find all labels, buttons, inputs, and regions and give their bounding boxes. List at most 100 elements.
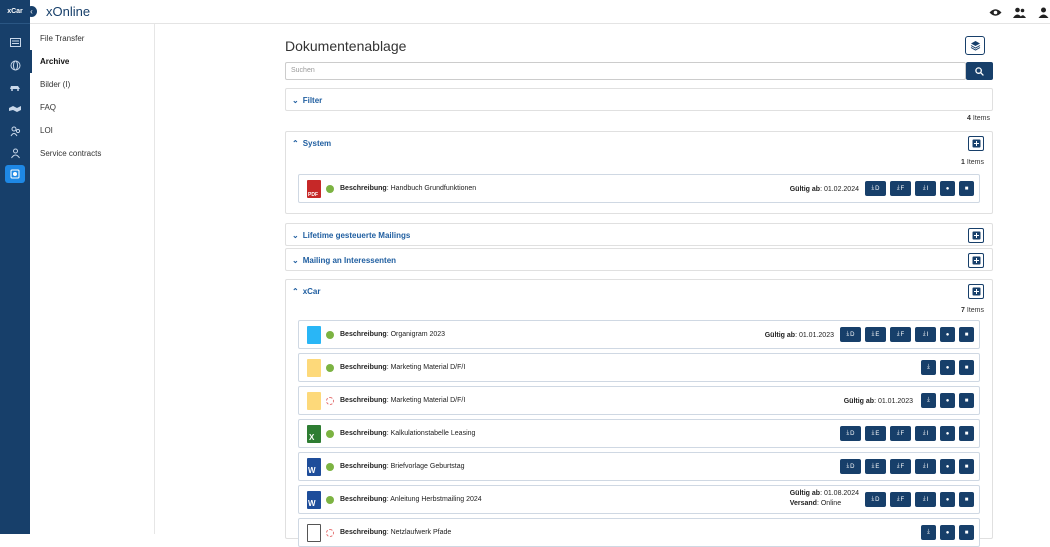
delete-button[interactable]: ■: [959, 360, 974, 375]
download-i-button[interactable]: ⤓I: [915, 181, 936, 196]
top-bar: ‹ xOnline: [30, 0, 1050, 24]
download-f-button[interactable]: ⤓F: [890, 327, 911, 342]
user-icon[interactable]: [1036, 5, 1050, 19]
download-e-button[interactable]: ⤓E: [865, 426, 886, 441]
history-button[interactable]: ●: [940, 492, 955, 507]
handshake-icon[interactable]: [0, 98, 30, 120]
trash-icon: ■: [965, 365, 969, 371]
delete-button[interactable]: ■: [959, 459, 974, 474]
list-item[interactable]: Beschreibung: Marketing Material D/F/I ⤓…: [298, 353, 980, 382]
list-item[interactable]: W Beschreibung: Anleitung Herbstmailing …: [298, 485, 980, 514]
eye-icon[interactable]: [988, 5, 1002, 19]
history-button[interactable]: ●: [940, 327, 955, 342]
excel-file-icon: X: [307, 425, 321, 443]
list-item[interactable]: X Beschreibung: Kalkulationstabelle Leas…: [298, 419, 980, 448]
download-d-button[interactable]: ⤓D: [840, 426, 861, 441]
add-button[interactable]: [968, 253, 984, 268]
trash-icon: ■: [965, 431, 969, 437]
pending-icon: [326, 397, 334, 405]
chevron-up-icon: ⌃: [292, 139, 299, 148]
text-file-icon: [307, 524, 321, 542]
plus-icon: [972, 256, 981, 265]
delete-button[interactable]: ■: [959, 525, 974, 540]
archive-icon[interactable]: [5, 165, 25, 183]
trash-icon: ■: [965, 530, 969, 536]
history-button[interactable]: ●: [940, 181, 955, 196]
download-f-button[interactable]: ⤓F: [890, 181, 911, 196]
subnav-item-bilder[interactable]: Bilder (I): [30, 73, 154, 96]
word-file-icon: W: [307, 458, 321, 476]
delete-button[interactable]: ■: [959, 393, 974, 408]
add-button[interactable]: [968, 284, 984, 299]
section-mailing-interessenten[interactable]: ⌄Mailing an Interessenten: [285, 248, 993, 271]
collapse-button[interactable]: ‹: [26, 6, 37, 17]
clock-icon: ●: [946, 332, 950, 338]
download-i-button[interactable]: ⤓I: [915, 426, 936, 441]
check-circle-icon: [326, 463, 334, 471]
history-button[interactable]: ●: [940, 360, 955, 375]
download-f-button[interactable]: ⤓F: [890, 492, 911, 507]
users-icon[interactable]: [0, 120, 30, 142]
download-button[interactable]: ⤓: [921, 393, 936, 408]
add-button[interactable]: [968, 136, 984, 151]
section-header[interactable]: ⌃System: [286, 132, 992, 154]
app-title: xOnline: [46, 4, 90, 19]
subnav-item-faq[interactable]: FAQ: [30, 96, 154, 119]
users-icon[interactable]: [1012, 5, 1026, 19]
download-button[interactable]: ⤓: [921, 525, 936, 540]
globe-icon[interactable]: [0, 54, 30, 76]
layers-button[interactable]: [965, 36, 985, 55]
history-button[interactable]: ●: [940, 393, 955, 408]
list-item[interactable]: Beschreibung: Marketing Material D/F/I G…: [298, 386, 980, 415]
check-circle-icon: [326, 496, 334, 504]
trash-icon: ■: [965, 497, 969, 503]
delete-button[interactable]: ■: [959, 492, 974, 507]
clock-icon: ●: [946, 431, 950, 437]
download-i-button[interactable]: ⤓I: [915, 492, 936, 507]
search-input[interactable]: Suchen: [285, 62, 966, 80]
filter-panel[interactable]: ⌄Filter: [285, 88, 993, 111]
history-button[interactable]: ●: [940, 525, 955, 540]
list-item[interactable]: Beschreibung: Netzlaufwerk Pfade ⤓ ● ■: [298, 518, 980, 547]
subnav-item-file-transfer[interactable]: File Transfer: [30, 27, 154, 50]
download-d-button[interactable]: ⤓D: [865, 492, 886, 507]
delete-button[interactable]: ■: [959, 327, 974, 342]
subnav-item-loi[interactable]: LOI: [30, 119, 154, 142]
download-e-button[interactable]: ⤓E: [865, 459, 886, 474]
subnav-item-service-contracts[interactable]: Service contracts: [30, 142, 154, 165]
news-icon[interactable]: [0, 32, 30, 54]
history-button[interactable]: ●: [940, 459, 955, 474]
search-icon: [975, 67, 984, 76]
download-f-button[interactable]: ⤓F: [890, 426, 911, 441]
delete-button[interactable]: ■: [959, 181, 974, 196]
section-lifetime-mailings[interactable]: ⌄Lifetime gesteuerte Mailings: [285, 223, 993, 246]
download-d-button[interactable]: ⤓D: [840, 327, 861, 342]
delete-button[interactable]: ■: [959, 426, 974, 441]
add-button[interactable]: [968, 228, 984, 243]
subnav-item-archive[interactable]: Archive: [30, 50, 154, 73]
section-header[interactable]: ⌃xCar: [286, 280, 992, 302]
top-icons: [988, 5, 1050, 19]
download-i-button[interactable]: ⤓I: [915, 327, 936, 342]
download-f-button[interactable]: ⤓F: [890, 459, 911, 474]
download-button[interactable]: ⤓: [921, 360, 936, 375]
search-button[interactable]: [966, 62, 993, 80]
download-d-button[interactable]: ⤓D: [840, 459, 861, 474]
download-d-button[interactable]: ⤓D: [865, 181, 886, 196]
plus-icon: [972, 139, 981, 148]
list-item[interactable]: Beschreibung: Organigram 2023 Gültig ab:…: [298, 320, 980, 349]
download-i-button[interactable]: ⤓I: [915, 459, 936, 474]
chevron-down-icon: ⌄: [292, 96, 299, 105]
download-e-button[interactable]: ⤓E: [865, 327, 886, 342]
zip-file-icon: [307, 359, 321, 377]
person-icon[interactable]: [0, 142, 30, 164]
clock-icon: ●: [946, 186, 950, 192]
section-count: 7 Items: [961, 307, 984, 314]
list-item[interactable]: W Beschreibung: Briefvorlage Geburtstag …: [298, 452, 980, 481]
chevron-down-icon: ⌄: [292, 231, 299, 240]
car-icon[interactable]: [0, 76, 30, 98]
trash-icon: ■: [965, 332, 969, 338]
history-button[interactable]: ●: [940, 426, 955, 441]
chevron-left-icon: ‹: [30, 7, 33, 16]
list-item[interactable]: PDF Beschreibung: Handbuch Grundfunktion…: [298, 174, 980, 203]
